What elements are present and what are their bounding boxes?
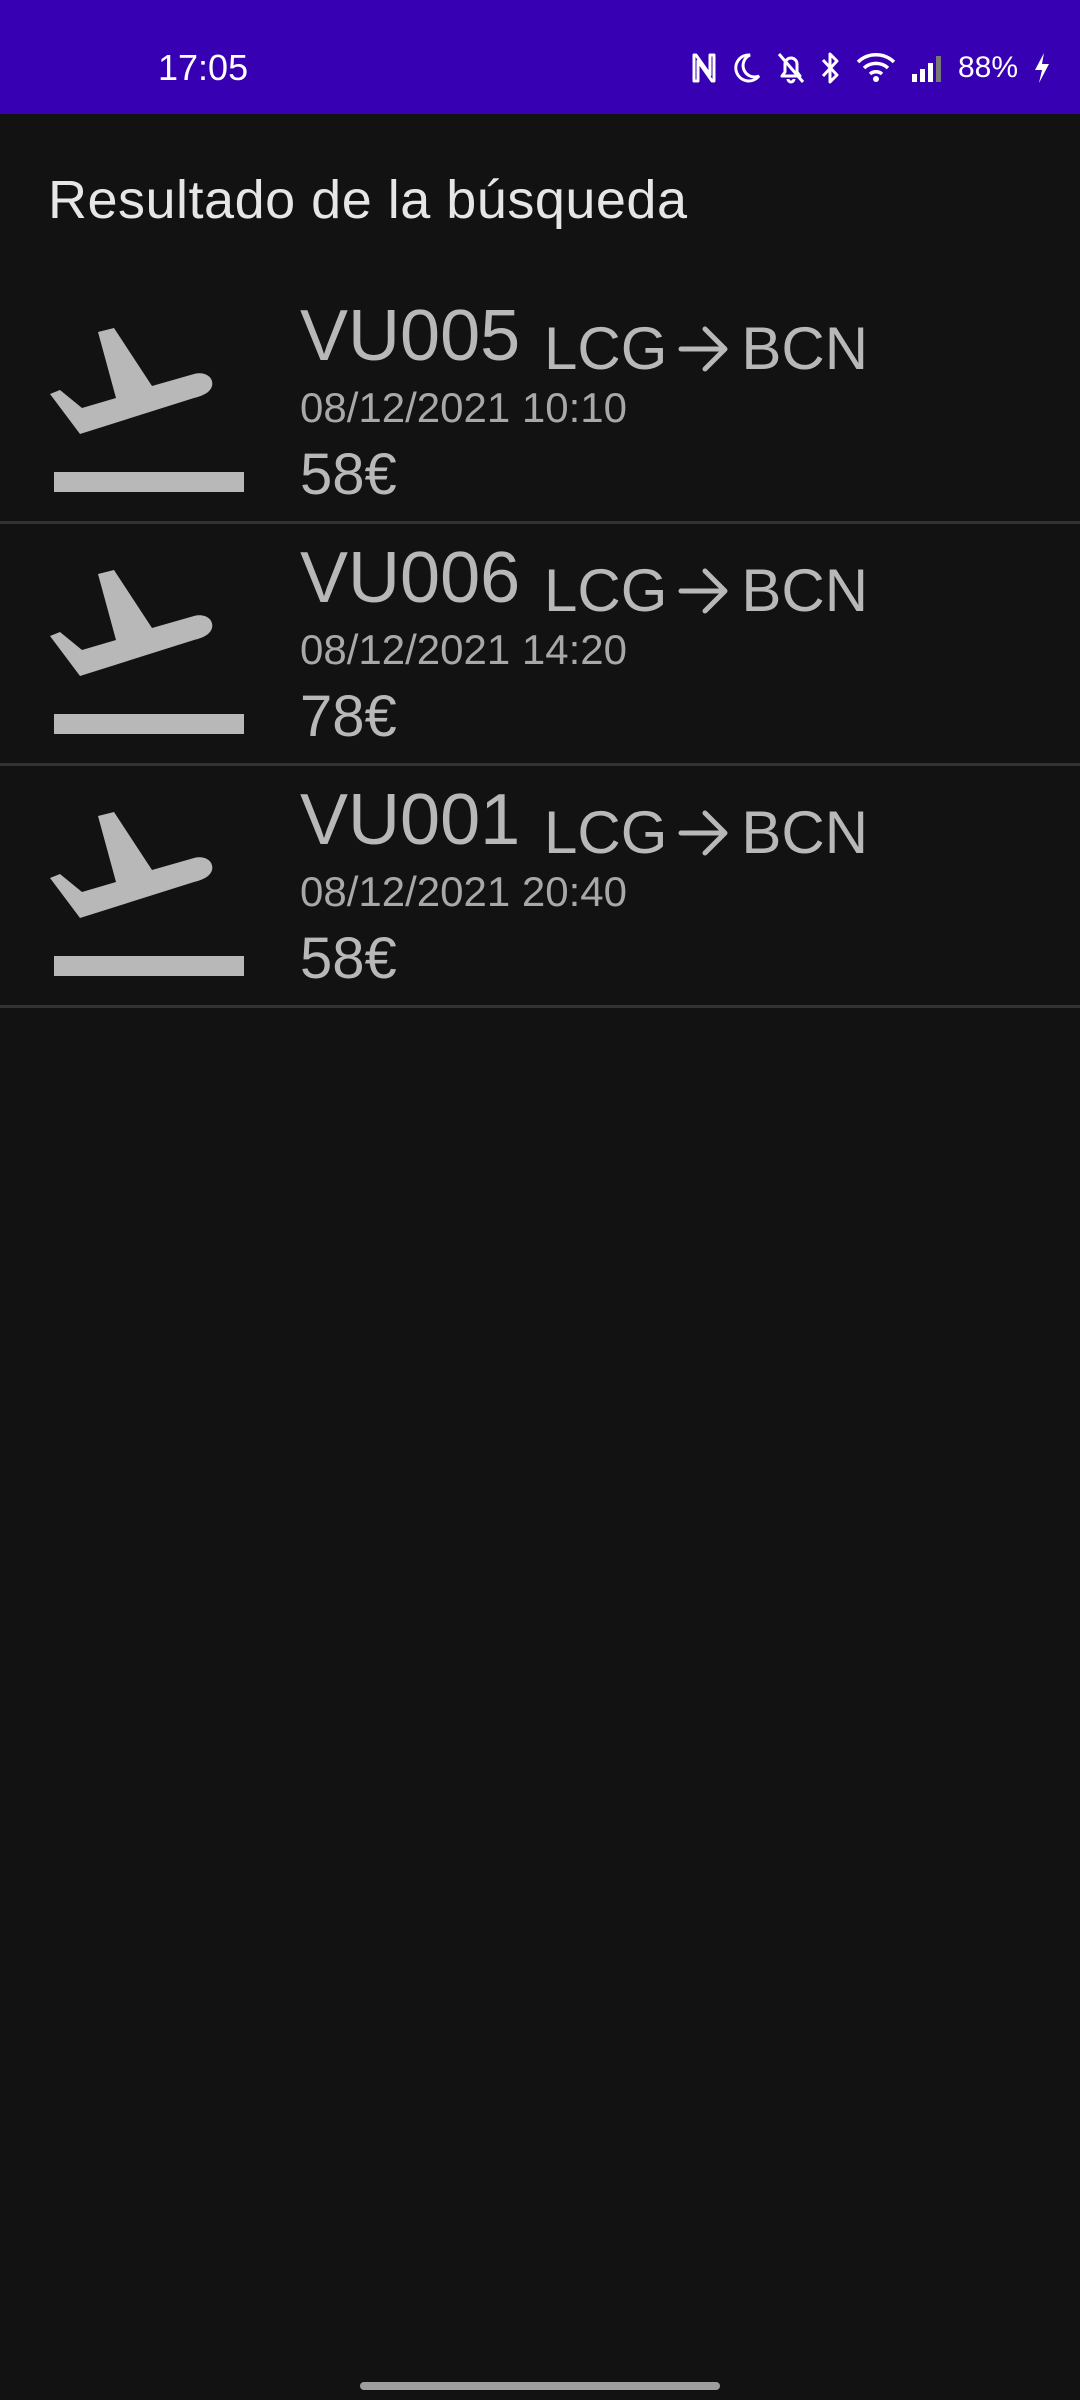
flight-results-list: VU005 LCG BCN 08/12/2021 10:10 58€ VU006…	[0, 282, 1080, 1008]
bluetooth-icon	[820, 51, 842, 85]
flight-route: LCG BCN	[544, 308, 868, 390]
flight-code: VU001	[300, 780, 521, 860]
flight-route: LCG BCN	[544, 792, 868, 874]
flight-price: 58€	[300, 442, 397, 507]
arrow-right-icon	[678, 326, 728, 372]
destination-airport: BCN	[741, 799, 869, 866]
flight-datetime: 08/12/2021 10:10	[300, 384, 627, 431]
flight-list-item[interactable]: VU006 LCG BCN 08/12/2021 14:20 78€	[0, 524, 1080, 766]
flight-code: VU005	[300, 296, 521, 376]
destination-airport: BCN	[741, 315, 869, 382]
flight-route: LCG BCN	[544, 550, 868, 632]
status-icons: 88%	[690, 44, 1052, 92]
arrow-right-icon	[678, 568, 728, 614]
destination-airport: BCN	[741, 557, 869, 624]
page-title: Resultado de la búsqueda	[48, 170, 688, 230]
flight-price: 58€	[300, 926, 397, 991]
flight-code: VU006	[300, 538, 521, 618]
flight-takeoff-icon	[50, 570, 244, 734]
home-gesture-bar[interactable]	[360, 2382, 720, 2390]
battery-percentage: 88%	[957, 51, 1018, 84]
status-time: 17:05	[158, 47, 249, 88]
status-bar: 17:05 88%	[0, 0, 1080, 114]
cell-signal-icon	[910, 52, 944, 84]
do-not-disturb-moon-icon	[732, 52, 762, 84]
origin-airport: LCG	[544, 557, 668, 624]
flight-takeoff-icon	[50, 328, 244, 492]
flight-datetime: 08/12/2021 14:20	[300, 626, 627, 673]
battery-charging-icon	[1032, 51, 1052, 85]
flight-datetime: 08/12/2021 20:40	[300, 868, 627, 915]
notifications-off-icon	[776, 51, 806, 85]
flight-list-item[interactable]: VU001 LCG BCN 08/12/2021 20:40 58€	[0, 766, 1080, 1008]
wifi-icon	[856, 52, 896, 84]
origin-airport: LCG	[544, 799, 668, 866]
arrow-right-icon	[678, 810, 728, 856]
origin-airport: LCG	[544, 315, 668, 382]
flight-takeoff-icon	[50, 812, 244, 976]
flight-list-item[interactable]: VU005 LCG BCN 08/12/2021 10:10 58€	[0, 282, 1080, 524]
flight-price: 78€	[300, 684, 397, 749]
nfc-icon	[690, 51, 718, 85]
